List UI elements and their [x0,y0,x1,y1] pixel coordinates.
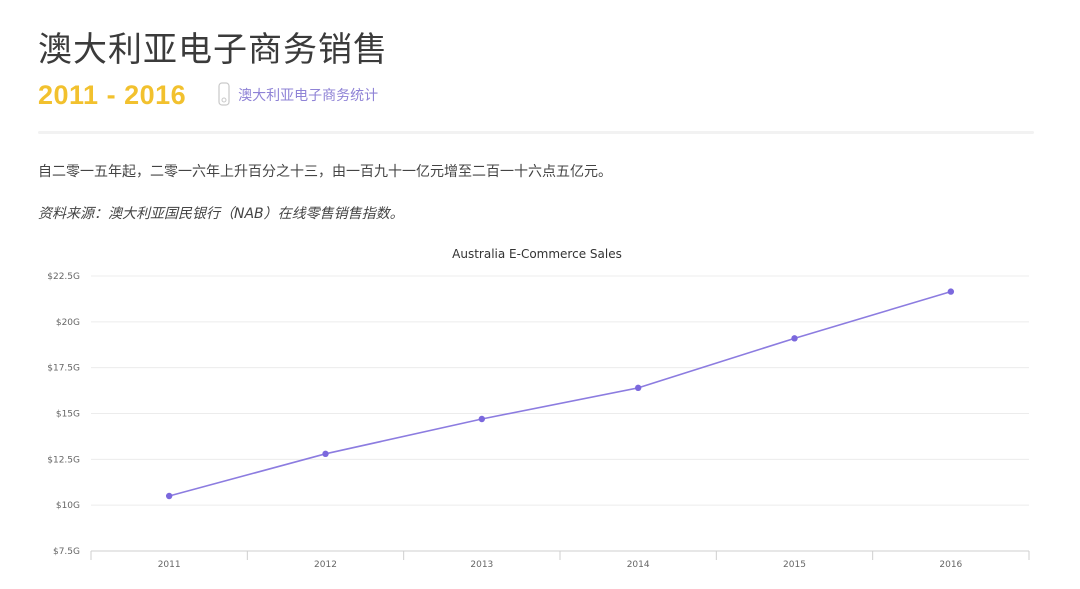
y-tick-label: $17.5G [47,364,80,374]
y-tick-label: $10G [56,501,80,511]
line-chart: Australia E-Commerce Sales $7.5G $10G $12.… [47,247,1030,570]
category-tag[interactable]: 澳大利亚电子商务统计 [216,82,378,108]
y-tick-label: $22.5G [47,272,80,282]
x-tick-label: 2012 [314,560,337,570]
data-point [322,450,329,458]
data-point [947,288,955,295]
data-point [165,492,173,500]
source-note: 资料来源：澳大利亚国民银行（NAB）在线零售销售指数。 [38,206,404,222]
usb-drive-icon [218,82,230,106]
y-tick-label: $12.5G [47,455,80,465]
y-tick-label: $15G [56,410,80,420]
x-tick-label: 2013 [470,560,493,570]
header-divider [38,131,1034,134]
data-point [634,384,642,392]
data-point [791,335,798,342]
page-title: 澳大利亚电子商务销售 [38,30,388,70]
x-tick-label: 2016 [939,560,962,570]
subtitle-row: 2011 - 2016 澳大利亚电子商务统计 [38,80,378,110]
y-tick-label: $20G [56,318,80,328]
x-tick-label: 2014 [627,560,650,570]
x-tick-label: 2015 [783,560,806,570]
summary-paragraph: 自二零一五年起，二零一六年上升百分之十三，由一百九十一亿元增至二百一十六点五亿元… [38,164,612,180]
year-range: 2011 - 2016 [38,79,187,110]
chart-title: Australia E-Commerce Sales [452,247,622,261]
category-tag-label: 澳大利亚电子商务统计 [238,88,379,104]
y-tick-label: $7.5G [53,547,80,557]
x-tick-label: 2011 [158,560,181,570]
data-point [478,415,486,423]
